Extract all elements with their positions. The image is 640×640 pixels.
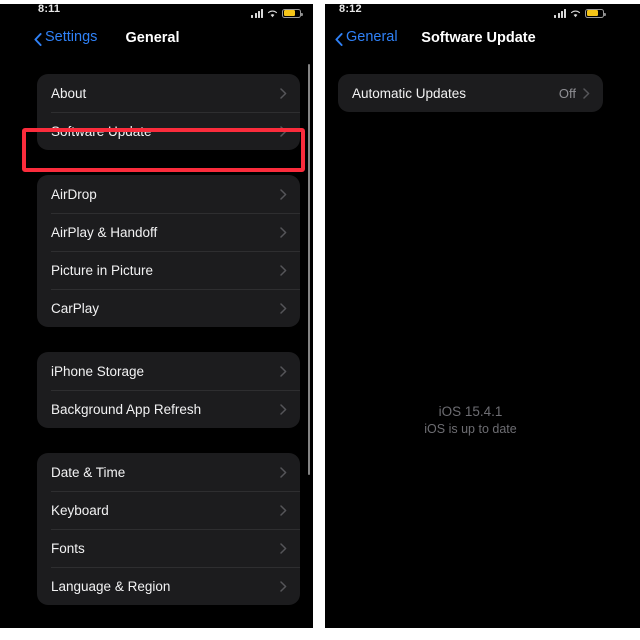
chevron-right-icon bbox=[280, 302, 287, 314]
settings-group-automatic-updates: Automatic Updates Off bbox=[338, 74, 603, 112]
row-label: iPhone Storage bbox=[51, 363, 145, 379]
right-phone-screen: 8:12 General Software Update Automatic U… bbox=[325, 4, 616, 628]
chevron-right-icon bbox=[280, 188, 287, 200]
chevron-right-icon bbox=[280, 365, 287, 377]
cellular-signal-icon bbox=[251, 9, 263, 18]
page-title: General bbox=[125, 30, 180, 46]
settings-group-connectivity: AirDrop AirPlay & Handoff Picture in Pic… bbox=[37, 175, 300, 327]
vertical-scrollbar[interactable] bbox=[307, 64, 310, 475]
settings-group-localization: Date & Time Keyboard Fonts Language & Re… bbox=[37, 453, 300, 605]
row-label: Fonts bbox=[51, 540, 85, 556]
row-label: CarPlay bbox=[51, 300, 100, 316]
status-bar-icons bbox=[251, 6, 303, 18]
row-label: AirPlay & Handoff bbox=[51, 224, 158, 240]
settings-row-carplay[interactable]: CarPlay bbox=[37, 289, 300, 327]
settings-row-airplay-handoff[interactable]: AirPlay & Handoff bbox=[37, 213, 300, 251]
status-bar-icons bbox=[554, 6, 606, 18]
settings-row-background-app-refresh[interactable]: Background App Refresh bbox=[37, 390, 300, 428]
settings-row-fonts[interactable]: Fonts bbox=[37, 529, 300, 567]
left-nav-bar: Settings General bbox=[24, 20, 313, 58]
row-label: About bbox=[51, 85, 87, 101]
settings-row-language-region[interactable]: Language & Region bbox=[37, 567, 300, 605]
settings-group-system: About Software Update bbox=[37, 74, 300, 150]
settings-row-iphone-storage[interactable]: iPhone Storage bbox=[37, 352, 300, 390]
chevron-right-icon bbox=[280, 403, 287, 415]
wifi-icon bbox=[570, 9, 581, 18]
row-label: Automatic Updates bbox=[352, 85, 467, 101]
status-bar-time: 8:11 bbox=[38, 4, 61, 15]
software-update-list: Automatic Updates Off iOS 15.4.1 iOS is … bbox=[325, 74, 616, 628]
settings-row-keyboard[interactable]: Keyboard bbox=[37, 491, 300, 529]
cellular-signal-icon bbox=[554, 9, 566, 18]
left-status-bar: 8:11 bbox=[24, 4, 313, 20]
chevron-right-icon bbox=[280, 466, 287, 478]
settings-row-date-time[interactable]: Date & Time bbox=[37, 453, 300, 491]
chevron-right-icon bbox=[280, 264, 287, 276]
row-label: Software Update bbox=[51, 123, 152, 139]
row-value: Off bbox=[558, 85, 576, 101]
row-label: Date & Time bbox=[51, 464, 126, 480]
ios-update-message: iOS is up to date bbox=[424, 422, 517, 436]
row-label: Keyboard bbox=[51, 502, 109, 518]
screenshot-root: 8:11 Settings General About Software Upd… bbox=[0, 0, 640, 640]
battery-low-power-icon bbox=[585, 8, 606, 18]
settings-row-airdrop[interactable]: AirDrop bbox=[37, 175, 300, 213]
general-settings-list: About Software Update AirDrop AirPlay & … bbox=[24, 74, 313, 628]
row-label: Picture in Picture bbox=[51, 262, 154, 278]
wifi-icon bbox=[267, 9, 278, 18]
settings-row-picture-in-picture[interactable]: Picture in Picture bbox=[37, 251, 300, 289]
row-label: AirDrop bbox=[51, 186, 97, 202]
settings-group-storage: iPhone Storage Background App Refresh bbox=[37, 352, 300, 428]
status-bar-time: 8:12 bbox=[339, 4, 362, 15]
chevron-right-icon bbox=[280, 226, 287, 238]
chevron-right-icon bbox=[280, 542, 287, 554]
row-label: Background App Refresh bbox=[51, 401, 202, 417]
chevron-right-icon bbox=[583, 87, 590, 99]
chevron-right-icon bbox=[280, 87, 287, 99]
update-status-block: iOS 15.4.1 iOS is up to date bbox=[325, 404, 616, 436]
settings-row-automatic-updates[interactable]: Automatic Updates Off bbox=[338, 74, 603, 112]
page-title: Software Update bbox=[421, 30, 536, 46]
chevron-right-icon bbox=[280, 580, 287, 592]
battery-low-power-icon bbox=[282, 8, 303, 18]
left-phone-screen: 8:11 Settings General About Software Upd… bbox=[24, 4, 313, 628]
settings-row-about[interactable]: About bbox=[37, 74, 300, 112]
row-label: Language & Region bbox=[51, 578, 171, 594]
chevron-right-icon bbox=[280, 504, 287, 516]
chevron-right-icon bbox=[280, 125, 287, 137]
ios-version-label: iOS 15.4.1 bbox=[438, 404, 503, 419]
settings-row-software-update[interactable]: Software Update bbox=[37, 112, 300, 150]
right-nav-bar: General Software Update bbox=[325, 20, 616, 58]
right-status-bar: 8:12 bbox=[325, 4, 616, 20]
